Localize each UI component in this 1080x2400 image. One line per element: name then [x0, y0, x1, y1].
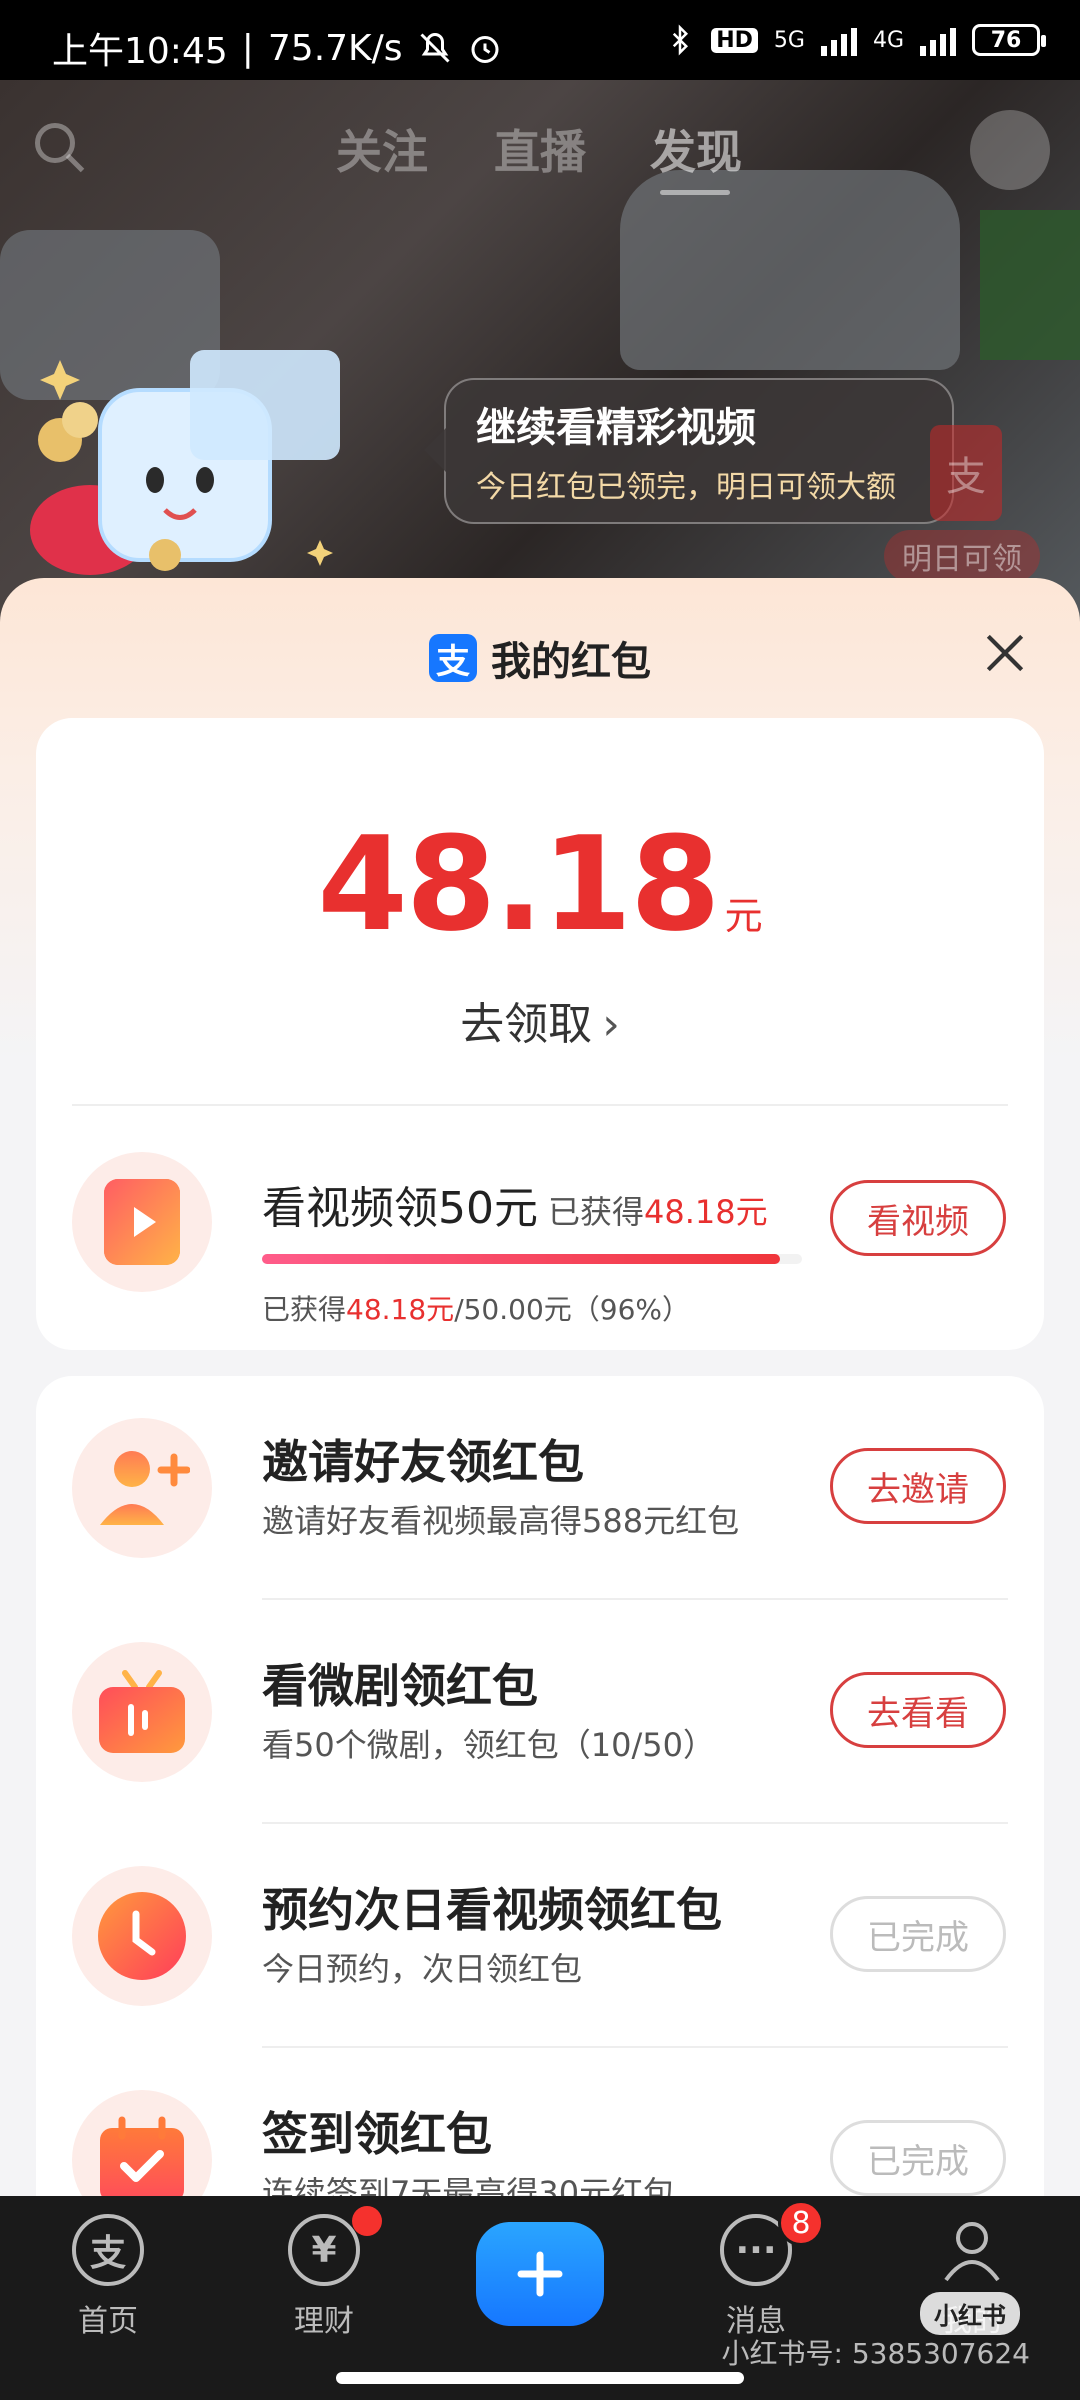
promo-subtitle: 今日红包已领完，明日可领大额: [476, 470, 896, 505]
tv-icon: [72, 1642, 212, 1782]
yuan-icon: ¥: [288, 2214, 360, 2286]
invite-button[interactable]: 去邀请: [830, 1448, 1006, 1524]
task-row: 看微剧领红包 看50个微剧，领红包（10/50） 去看看: [36, 1600, 1044, 1824]
task-row: 邀请好友领红包 邀请好友看视频最高得588元红包 去邀请: [36, 1376, 1044, 1600]
home-indicator[interactable]: [336, 2372, 744, 2384]
tab-live[interactable]: 直播: [494, 116, 586, 182]
task-row: 预约次日看视频领红包 今日预约，次日领红包 已完成: [36, 1824, 1044, 2048]
watch-video-button[interactable]: 看视频: [830, 1180, 1006, 1256]
video-task-title: 看视频领50元 已获得48.18元: [262, 1183, 768, 1234]
user-icon: [936, 2214, 1008, 2286]
alipay-logo: 支: [429, 634, 477, 682]
task-list-card: 邀请好友领红包 邀请好友看视频最高得588元红包 去邀请 看微剧领红包 看50个…: [36, 1376, 1044, 2200]
red-envelope-icon: 支: [930, 425, 1002, 521]
task-title: 预约次日看视频领红包: [262, 1883, 722, 1937]
red-packet-sheet: 支 我的红包 48.18 元 去领取 › 看视频领50元 已获得48.18元 已获得4…: [0, 578, 1080, 2200]
claim-link[interactable]: 去领取 ›: [36, 988, 1044, 1052]
sheet-header: 支 我的红包: [0, 628, 1080, 688]
network-5g: 5G: [773, 27, 805, 53]
play-video-icon: [72, 1152, 212, 1292]
close-icon[interactable]: [980, 628, 1030, 678]
task-subtitle: 邀请好友看视频最高得588元红包: [262, 1502, 740, 1540]
signal-4g-icon: [920, 24, 956, 56]
mute-icon: [419, 32, 450, 63]
chevron-right-icon: ›: [602, 999, 620, 1050]
battery-indicator: 76: [972, 24, 1046, 56]
balance-amount: 48.18: [317, 808, 720, 960]
alarm-icon: [471, 36, 499, 63]
divider: [72, 1104, 1008, 1106]
tomorrow-badge: 明日可领: [884, 530, 1040, 582]
task-row: 签到领红包 连续签到7天最高得30元红包 已完成: [36, 2048, 1044, 2200]
task-subtitle: 看50个微剧，领红包（10/50）: [262, 1726, 715, 1764]
notification-dot: [352, 2206, 382, 2236]
network-4g: 4G: [872, 27, 904, 53]
status-time: 上午10:45: [52, 31, 228, 72]
tab-discover[interactable]: 发现: [650, 116, 742, 182]
avatar[interactable]: [970, 110, 1050, 190]
clock-icon: [72, 1866, 212, 2006]
home-icon: 支: [72, 2214, 144, 2286]
signal-5g-icon: [820, 24, 857, 56]
task-title: 邀请好友领红包: [262, 1435, 584, 1489]
plus-icon: [517, 2251, 563, 2297]
tab-follow[interactable]: 关注: [336, 116, 428, 182]
promo-title: 继续看精彩视频: [476, 405, 756, 451]
bottom-nav: 支 首页 ¥ 理财 ··· 消息 8 我的 小红书 小红书号: 53853076…: [0, 2196, 1080, 2400]
promo-bubble: 继续看精彩视频 今日红包已领完，明日可领大额: [424, 378, 954, 524]
task-subtitle: 今日预约，次日领红包: [262, 1950, 583, 1988]
search-icon[interactable]: [30, 118, 90, 178]
balance-unit: 元: [724, 894, 763, 938]
completed-button[interactable]: 已完成: [830, 1896, 1006, 1972]
bluetooth-icon: [673, 24, 689, 56]
tab-underline: [660, 190, 730, 195]
balance-card: 48.18 元 去领取 › 看视频领50元 已获得48.18元 已获得48.18元/5…: [36, 718, 1044, 1350]
video-task-progress-text: 已获得48.18元/50.00元（96%）: [262, 1293, 691, 1326]
nav-home[interactable]: 支 首页: [38, 2214, 178, 2340]
add-button[interactable]: [476, 2222, 604, 2326]
status-net-speed: 75.7K/s: [267, 27, 403, 69]
watch-drama-button[interactable]: 去看看: [830, 1672, 1006, 1748]
video-task-progress: [262, 1254, 802, 1264]
sheet-title: 我的红包: [491, 639, 651, 685]
mascot-illustration: [30, 350, 340, 575]
calendar-check-icon: [72, 2090, 212, 2200]
hd-indicator: HD: [711, 27, 758, 53]
watermark-text: 小红书号: 5385307624: [721, 2337, 1030, 2370]
task-title: 签到领红包: [262, 2107, 492, 2161]
status-bar: 上午10:45 | 75.7K/s HD 5G 4G 76: [0, 0, 1080, 80]
top-nav: 关注 直播 发现: [0, 110, 1080, 195]
watermark-logo: 小红书: [920, 2292, 1020, 2335]
add-user-icon: [72, 1418, 212, 1558]
task-title: 看微剧领红包: [262, 1659, 538, 1713]
completed-button[interactable]: 已完成: [830, 2120, 1006, 2196]
message-badge: 8: [778, 2200, 824, 2246]
